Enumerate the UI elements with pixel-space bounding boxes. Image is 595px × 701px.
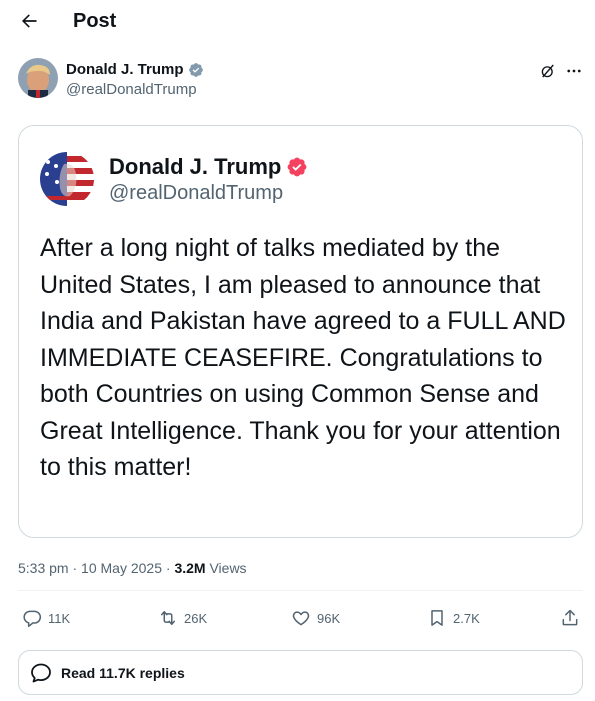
reply-icon [23, 610, 42, 628]
like-icon [292, 611, 310, 626]
verified-badge-icon [287, 157, 307, 176]
quoted-avatar [40, 152, 94, 206]
back-button[interactable] [12, 4, 46, 38]
back-arrow-icon [22, 14, 37, 28]
divider [18, 590, 583, 591]
bookmark-icon [431, 610, 443, 626]
share-icon [562, 609, 578, 626]
post-meta: 5:33 pm · 10 May 2025 · 3.2M Views [18, 560, 247, 576]
grok-button[interactable] [537, 60, 559, 82]
grok-icon [541, 64, 554, 78]
reply-count: 11K [48, 610, 71, 626]
page-title: Post [73, 10, 117, 32]
read-replies-button[interactable]: Read 11.7K replies [18, 650, 583, 695]
chat-bubble-icon [31, 663, 51, 682]
more-icon [567, 69, 581, 73]
reply-button[interactable]: 11K [22, 606, 70, 630]
bookmark-count: 2.7K [453, 610, 480, 626]
repost-icon [161, 611, 175, 625]
post-date[interactable]: 10 May 2025 [81, 560, 162, 576]
views-label: Views [209, 560, 247, 576]
author-handle[interactable]: @realDonaldTrump [66, 81, 197, 99]
more-button[interactable] [563, 60, 585, 82]
post-text: After a long night of talks mediated by … [40, 234, 566, 481]
like-count: 96K [317, 610, 341, 626]
bookmark-button[interactable]: 2.7K [427, 606, 480, 630]
read-replies-label: Read 11.7K replies [61, 664, 185, 681]
repost-count: 26K [184, 610, 208, 626]
quoted-author-name: Donald J. Trump [109, 153, 308, 180]
verified-badge-icon [188, 63, 203, 77]
avatar[interactable] [18, 58, 58, 98]
like-button[interactable]: 96K [291, 606, 340, 630]
post-time[interactable]: 5:33 pm [18, 560, 69, 576]
author-name[interactable]: Donald J. Trump [66, 61, 204, 79]
share-button[interactable] [560, 606, 580, 630]
repost-button[interactable]: 26K [158, 606, 207, 630]
quoted-post-card[interactable]: Donald J. Trump @realDonaldTrump After a… [18, 125, 583, 538]
quoted-author-name-text: Donald J. Trump [109, 154, 282, 179]
quoted-author-handle: @realDonaldTrump [109, 182, 284, 204]
views-count: 3.2M [174, 560, 206, 576]
author-name-text: Donald J. Trump [66, 61, 184, 78]
